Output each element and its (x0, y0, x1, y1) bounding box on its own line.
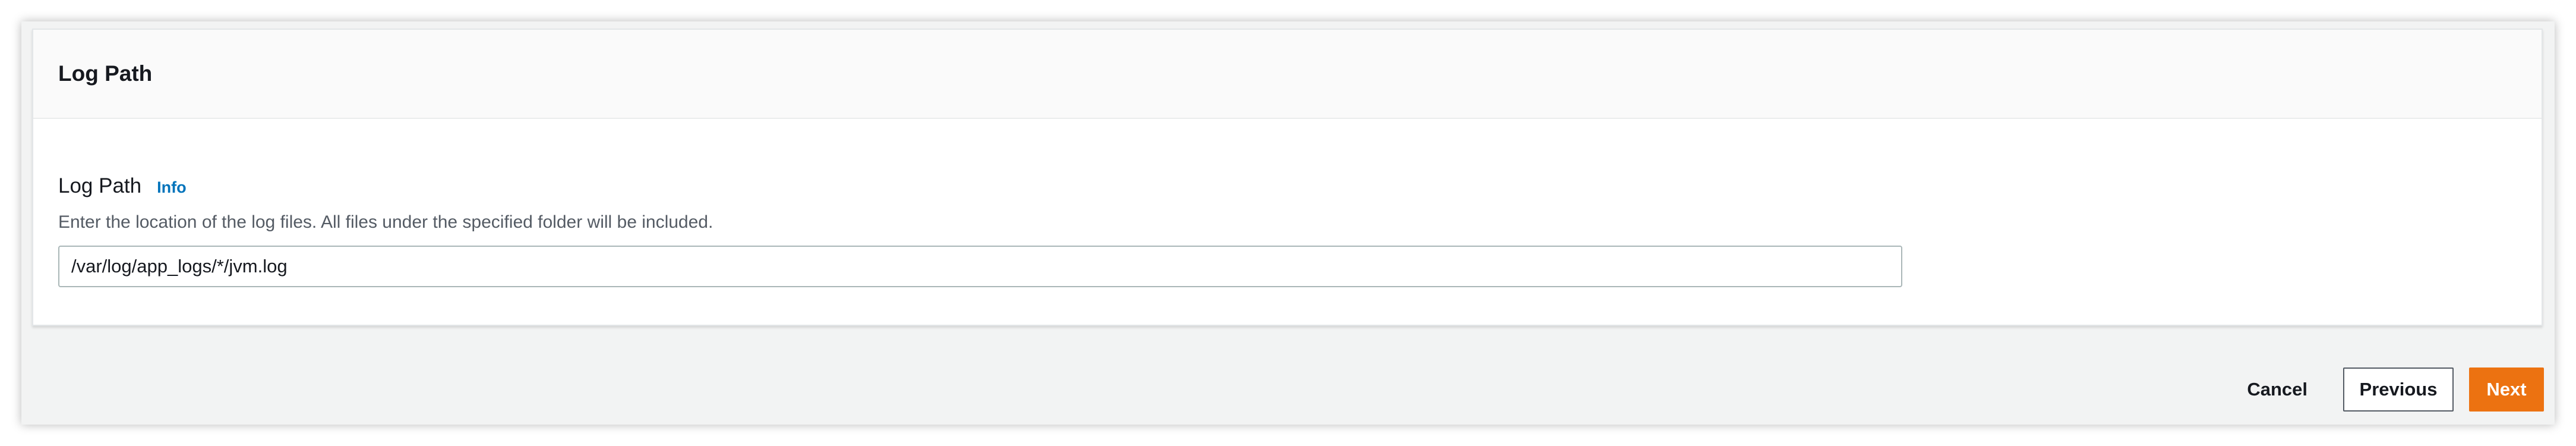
info-link[interactable]: Info (157, 178, 186, 197)
next-button[interactable]: Next (2469, 368, 2544, 412)
log-path-panel: Log Path Log Path Info Enter the locatio… (32, 29, 2543, 326)
wizard-step-container: Log Path Log Path Info Enter the locatio… (21, 21, 2555, 425)
wizard-actions: Cancel Previous Next (2227, 368, 2544, 412)
panel-body: Log Path Info Enter the location of the … (33, 119, 2542, 287)
panel-header: Log Path (33, 30, 2542, 119)
field-label-row: Log Path Info (58, 174, 2542, 200)
panel-title: Log Path (58, 61, 153, 86)
field-description: Enter the location of the log files. All… (58, 212, 714, 232)
previous-button[interactable]: Previous (2343, 368, 2454, 412)
log-path-input[interactable] (58, 246, 1902, 287)
log-path-label: Log Path (58, 174, 142, 197)
cancel-button[interactable]: Cancel (2227, 368, 2328, 412)
